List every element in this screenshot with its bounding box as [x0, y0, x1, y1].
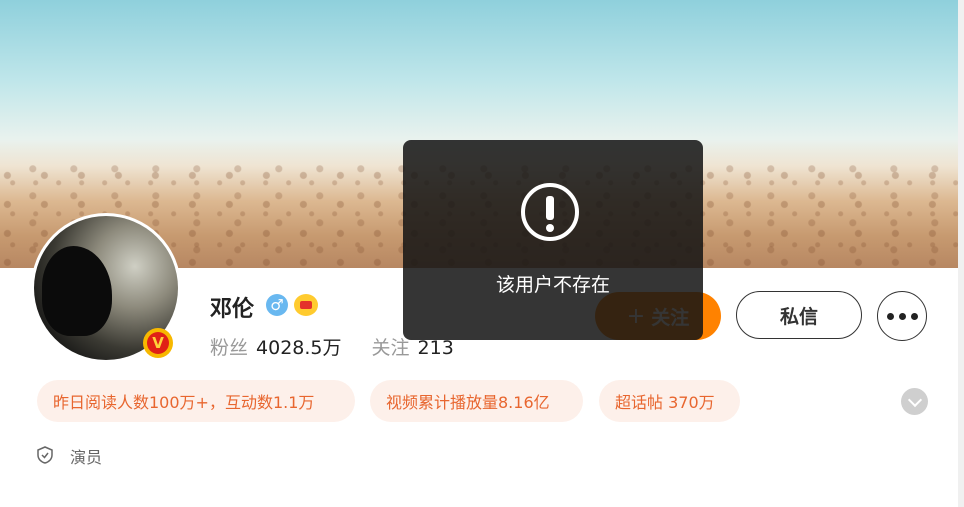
following-label[interactable]: 关注	[372, 337, 410, 359]
more-button[interactable]	[877, 291, 927, 341]
occupation-text: 演员	[70, 448, 103, 467]
more-dot-icon	[886, 312, 894, 320]
male-icon: ♂	[266, 294, 288, 316]
toast-message: 该用户不存在	[495, 274, 610, 296]
more-dot-icon	[910, 312, 918, 320]
message-button[interactable]: 私信	[736, 291, 862, 339]
followers-label[interactable]: 粉丝	[210, 337, 248, 359]
following-count[interactable]: 213	[418, 337, 454, 359]
scrollbar-track[interactable]	[958, 0, 964, 507]
followers-count[interactable]: 4028.5万	[256, 337, 341, 359]
tag-supertopic[interactable]: 超话帖 370万	[599, 380, 740, 422]
tag-reads[interactable]: 昨日阅读人数100万+，互动数1.1万	[37, 380, 355, 422]
toast-dialog: 该用户不存在	[403, 140, 703, 340]
more-dot-icon	[898, 312, 906, 320]
expand-chevron-icon[interactable]	[901, 388, 928, 415]
tag-video-plays[interactable]: 视频累计播放量8.16亿	[370, 380, 583, 422]
verified-badge-letter: V	[147, 332, 169, 354]
crown-icon[interactable]	[294, 294, 318, 316]
profile-name: 邓伦	[210, 297, 255, 322]
verified-badge-icon: V	[143, 328, 173, 358]
message-button-label: 私信	[779, 305, 818, 328]
avatar-silhouette	[42, 246, 112, 336]
shield-icon	[37, 446, 53, 464]
exclamation-circle-icon	[521, 183, 579, 241]
